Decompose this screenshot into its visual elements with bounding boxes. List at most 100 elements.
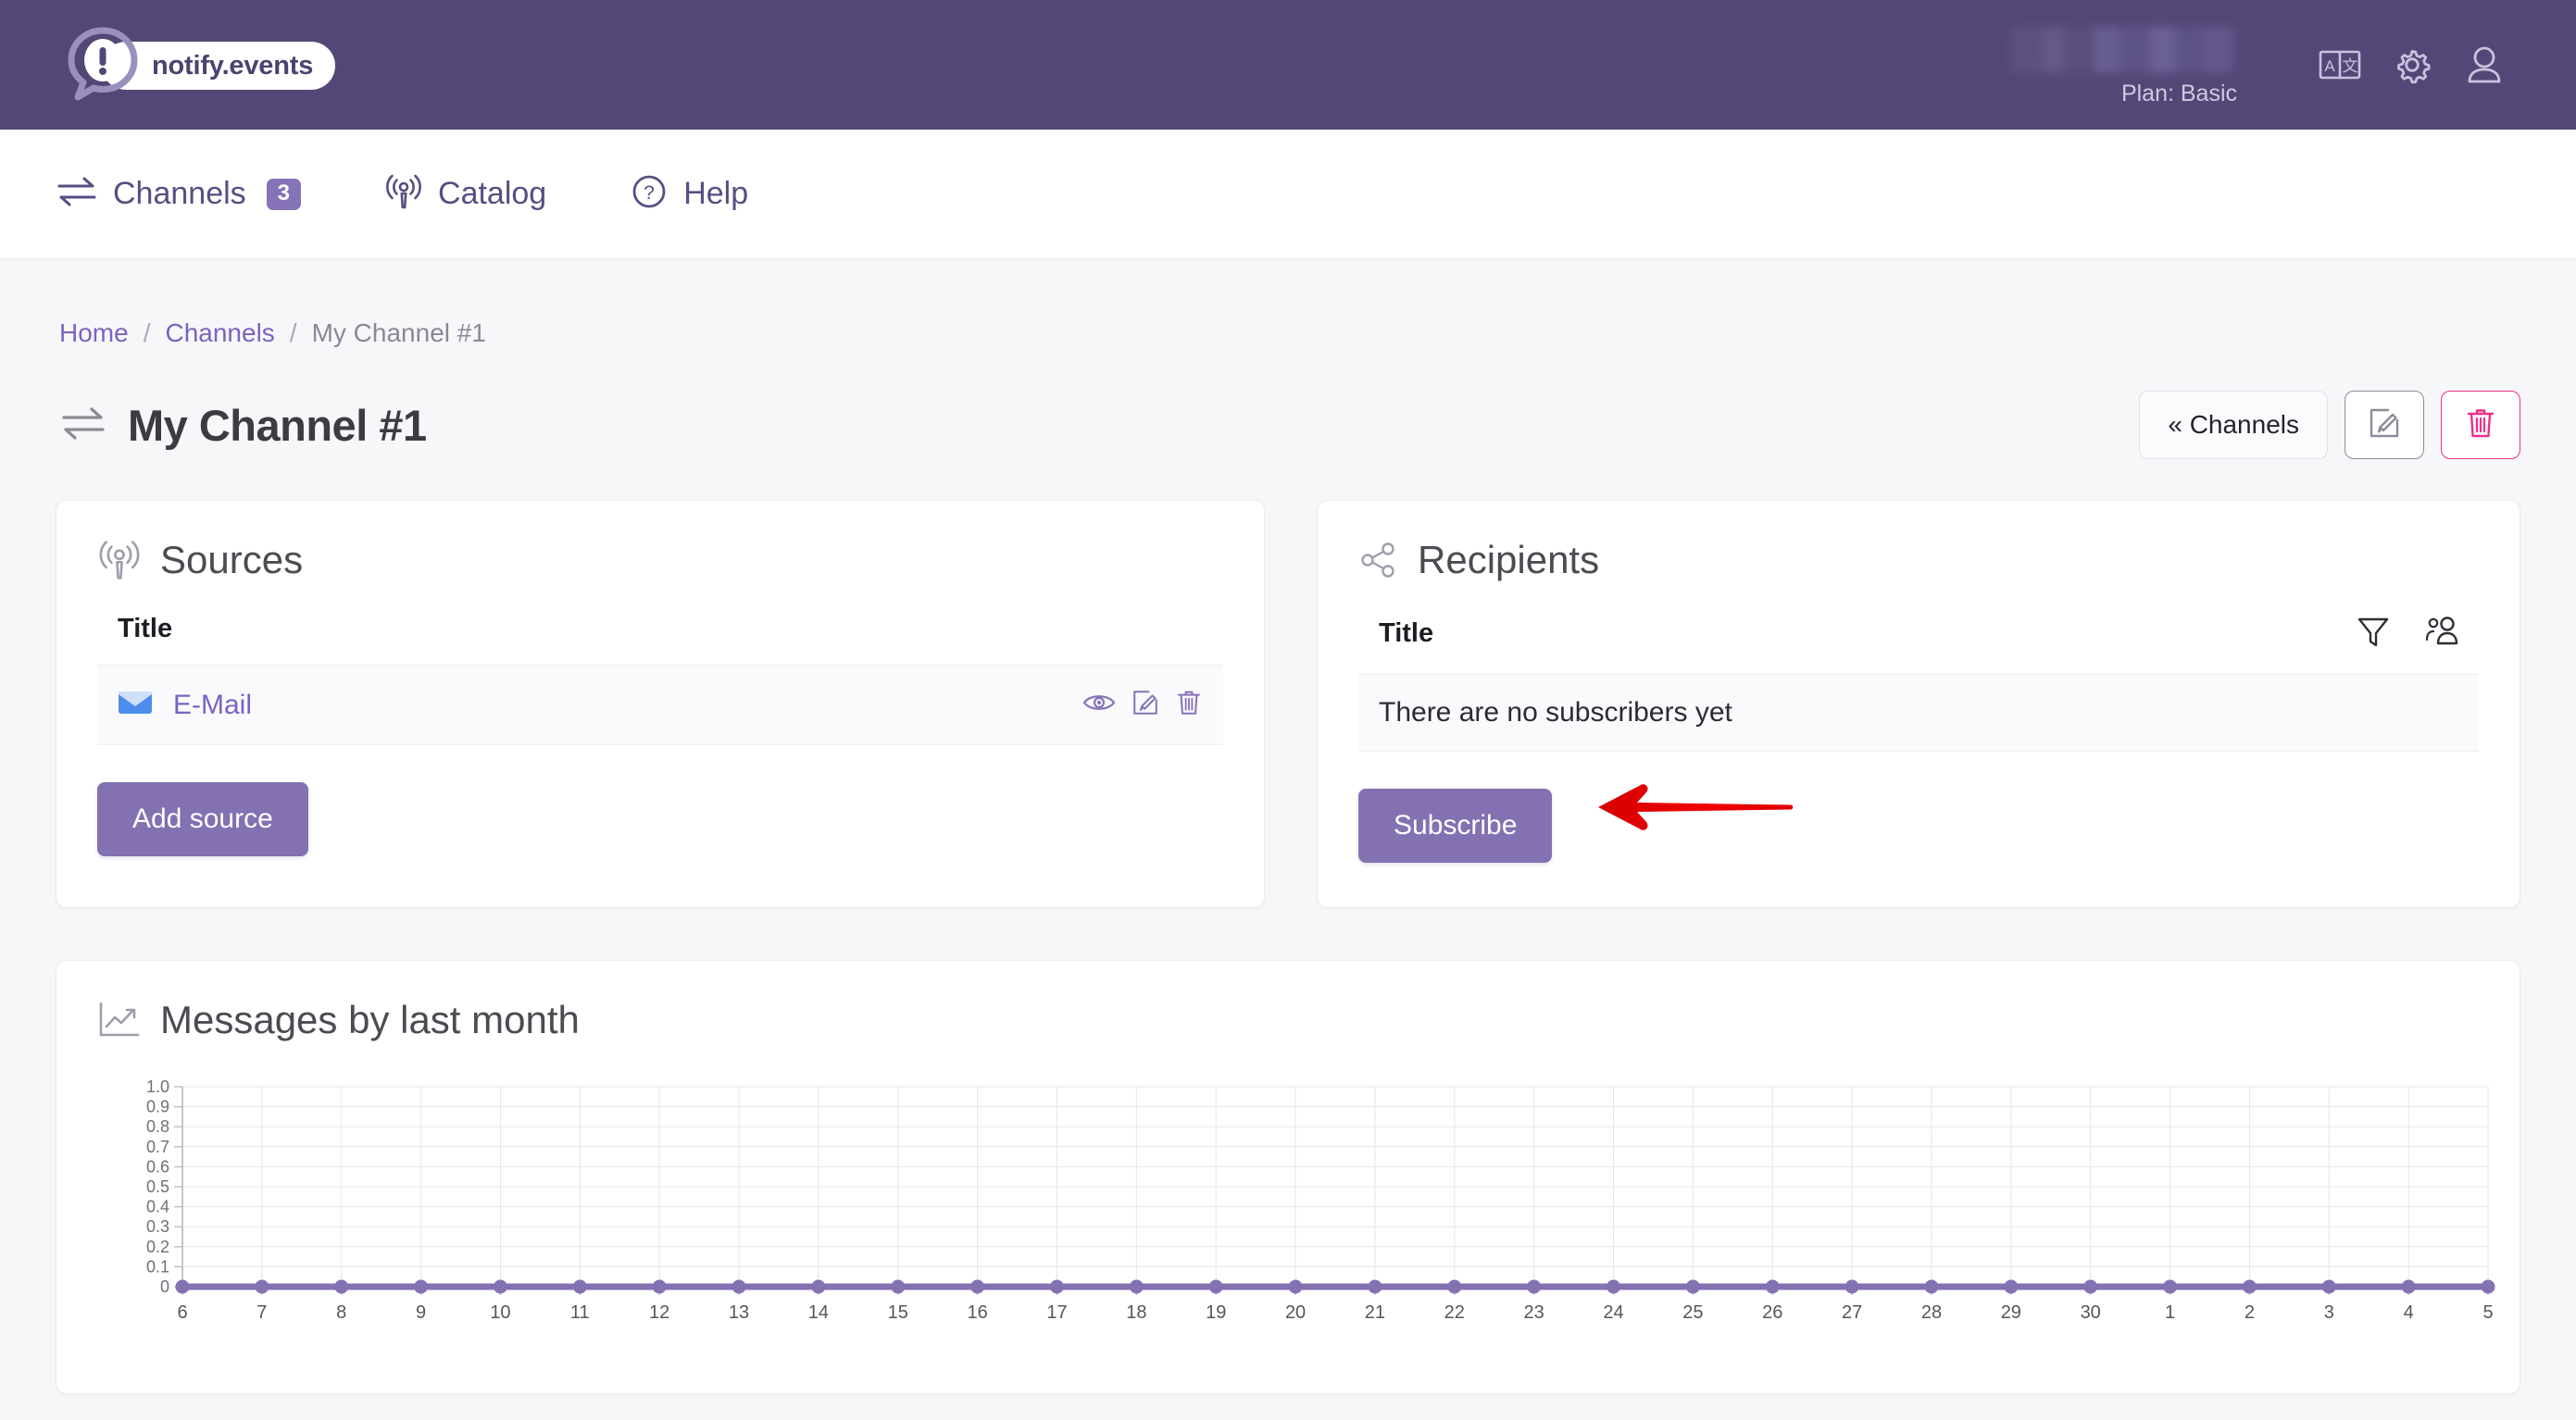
svg-text:1: 1 [2165, 1302, 2175, 1323]
svg-text:29: 29 [2001, 1302, 2021, 1323]
plan-label: Plan: Basic [2120, 80, 2237, 106]
nav-item-catalog[interactable]: Catalog [384, 172, 546, 216]
edit-pencil-square-icon[interactable] [1131, 688, 1160, 722]
svg-text:7: 7 [256, 1302, 267, 1323]
breadcrumb-channels[interactable]: Channels [165, 318, 274, 348]
page-header: My Channel #1 « Channels [56, 391, 2520, 459]
breadcrumb-current: My Channel #1 [311, 318, 486, 347]
svg-text:12: 12 [649, 1302, 669, 1323]
nav-item-channels-label: Channels [113, 176, 246, 211]
svg-text:1.0: 1.0 [146, 1077, 169, 1096]
svg-text:19: 19 [1206, 1302, 1226, 1323]
table-row[interactable]: E-Mail [97, 666, 1223, 745]
source-title-link[interactable]: E-Mail [173, 690, 252, 721]
svg-text:11: 11 [570, 1302, 590, 1323]
sources-column-title: Title [118, 614, 173, 643]
sources-card-header: Sources [97, 538, 1223, 582]
svg-text:13: 13 [729, 1302, 749, 1323]
breadcrumb: Home / Channels / My Channel #1 [56, 259, 2520, 348]
back-to-channels-button[interactable]: « Channels [2139, 391, 2328, 459]
svg-text:0.7: 0.7 [146, 1138, 169, 1156]
nav-item-channels[interactable]: Channels 3 [56, 176, 302, 212]
sources-actions: Add source [97, 745, 1223, 856]
filter-funnel-icon[interactable] [2357, 614, 2390, 654]
cards-row: Sources Title E-Mail Add source Recipien… [56, 500, 2520, 908]
header-right-cluster: Plan: Basic A 文 [2011, 23, 2520, 107]
svg-text:17: 17 [1046, 1302, 1067, 1323]
svg-text:24: 24 [1603, 1302, 1623, 1323]
recipients-table-header: Title [1358, 614, 2479, 675]
svg-text:8: 8 [336, 1302, 346, 1323]
svg-text:28: 28 [1921, 1302, 1942, 1323]
svg-text:5: 5 [2482, 1302, 2493, 1323]
exchange-arrows-icon [56, 176, 98, 212]
delete-channel-button[interactable] [2441, 391, 2520, 459]
svg-text:0.9: 0.9 [146, 1098, 169, 1116]
add-source-button[interactable]: Add source [97, 782, 308, 856]
page-title-wrap: My Channel #1 [59, 400, 427, 451]
svg-text:0.8: 0.8 [146, 1117, 169, 1136]
recipients-actions: Subscribe [1358, 752, 2479, 863]
source-row-left: E-Mail [118, 689, 252, 721]
question-circle-icon: ? [630, 172, 669, 216]
account-block[interactable]: Plan: Basic [2011, 23, 2237, 107]
svg-text:A: A [2324, 57, 2335, 75]
translate-icon[interactable]: A 文 [2304, 29, 2376, 101]
main-nav: Channels 3 Catalog ? Help [0, 130, 2576, 259]
svg-text:15: 15 [888, 1302, 908, 1323]
svg-text:0.2: 0.2 [146, 1238, 169, 1256]
subscribe-button[interactable]: Subscribe [1358, 789, 1553, 863]
sources-table-header: Title [97, 614, 1223, 666]
account-name-redacted [2011, 26, 2233, 73]
recipients-card-title: Recipients [1418, 538, 1600, 581]
svg-text:?: ? [644, 182, 655, 204]
trash-icon [2465, 405, 2496, 445]
sources-card: Sources Title E-Mail Add source [56, 500, 1265, 908]
svg-text:0.6: 0.6 [146, 1157, 169, 1176]
sources-card-title: Sources [160, 538, 304, 581]
red-arrow-annotation-icon [1593, 767, 1796, 847]
svg-text:21: 21 [1365, 1302, 1385, 1323]
recipients-card-header: Recipients [1358, 538, 2479, 582]
edit-channel-button[interactable] [2345, 391, 2424, 459]
app-page: notify.events Plan: Basic A 文 Channels 3… [0, 0, 2576, 1420]
recipients-column-title: Title [1379, 618, 1434, 648]
nav-item-help-label: Help [683, 176, 749, 211]
main-content: Home / Channels / My Channel #1 My Chann… [0, 259, 2576, 1420]
svg-text:22: 22 [1444, 1302, 1465, 1323]
svg-text:0.3: 0.3 [146, 1217, 169, 1236]
svg-text:16: 16 [967, 1302, 987, 1323]
svg-text:0.4: 0.4 [146, 1198, 169, 1216]
source-row-actions [1082, 688, 1203, 722]
svg-text:10: 10 [490, 1302, 510, 1323]
page-title: My Channel #1 [128, 400, 427, 450]
svg-text:0: 0 [160, 1277, 169, 1296]
share-nodes-icon [1358, 540, 1399, 580]
people-group-icon[interactable] [2423, 615, 2460, 653]
broadcast-icon [97, 538, 142, 582]
nav-item-catalog-label: Catalog [438, 176, 547, 211]
line-chart-icon [97, 1000, 142, 1040]
eye-icon[interactable] [1082, 691, 1116, 719]
recipients-header-icons [2357, 614, 2460, 654]
envelope-icon [118, 689, 153, 721]
svg-text:文: 文 [2343, 57, 2358, 75]
messages-chart: 1.0 0.9 0.8 0.7 0.6 0.5 0.4 0.3 0.2 0.1 0 6 7 8 9 10 11 1… [97, 1074, 2495, 1338]
trash-icon[interactable] [1175, 688, 1203, 722]
page-actions: « Channels [2139, 391, 2520, 459]
svg-text:20: 20 [1285, 1302, 1306, 1323]
messages-chart-card: Messages by last month 1.0 0.9 0.8 0.7 0.6 0.… [56, 960, 2520, 1394]
breadcrumb-home[interactable]: Home [59, 318, 129, 348]
chart-canvas: 1.0 0.9 0.8 0.7 0.6 0.5 0.4 0.3 0.2 0.1 0 6 7 8 9 10 11 1… [110, 1074, 2495, 1338]
svg-text:18: 18 [1126, 1302, 1146, 1323]
gear-icon[interactable] [2376, 29, 2448, 101]
svg-text:6: 6 [177, 1302, 187, 1323]
svg-text:26: 26 [1762, 1302, 1782, 1323]
svg-text:0.5: 0.5 [146, 1177, 169, 1196]
brand-logo[interactable]: notify.events [63, 25, 336, 105]
breadcrumb-separator: / [289, 318, 297, 347]
top-header: notify.events Plan: Basic A 文 [0, 0, 2576, 130]
user-icon[interactable] [2448, 29, 2520, 101]
exchange-arrows-icon [59, 405, 107, 445]
nav-item-help[interactable]: ? Help [630, 172, 748, 216]
